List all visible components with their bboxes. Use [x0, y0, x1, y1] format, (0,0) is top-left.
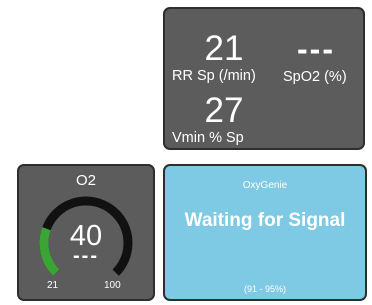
- spo2-label: SpO2 (%): [283, 69, 347, 85]
- gauge-min-label: 21: [47, 280, 59, 291]
- rr-label: RR Sp (/min): [172, 68, 256, 84]
- vmin-label: Vmin % Sp: [172, 130, 244, 146]
- rr-value: 21: [204, 29, 244, 68]
- gauge-max-label: 100: [104, 280, 121, 291]
- oxygenie-title: OxyGenie: [242, 180, 288, 191]
- vmin-value: 27: [204, 91, 244, 130]
- vitals-panel: 21 RR Sp (/min) --- SpO2 (%) 27 Vmin % S…: [163, 7, 365, 150]
- oxygenie-status: Waiting for Signal: [184, 210, 346, 231]
- o2-title: O2: [75, 172, 96, 189]
- o2-secondary-value: ---: [73, 245, 99, 267]
- o2-gauge-panel[interactable]: O2 40 --- 21 100: [17, 164, 155, 301]
- oxygenie-target-range: (91 - 95%): [243, 284, 287, 294]
- spo2-value: ---: [297, 31, 335, 67]
- oxygenie-panel[interactable]: OxyGenie Waiting for Signal (91 - 95%): [163, 164, 367, 301]
